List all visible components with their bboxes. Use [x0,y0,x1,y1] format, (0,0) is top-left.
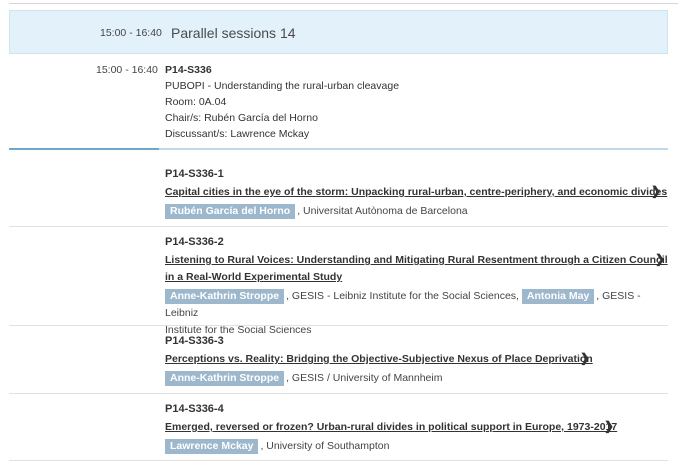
panel-chair: Chair/s: Rubén García del Horno [165,112,318,124]
paper-title-link[interactable]: Emerged, reversed or frozen? Urban-rural… [165,419,617,436]
paper-item: P14-S336-3 Perceptions vs. Reality: Brid… [165,333,668,387]
author-affiliation: , University of Southampton [260,440,390,452]
paper-item: P14-S336-2 Listening to Rural Voices: Un… [165,234,668,339]
panel-divider [9,148,668,150]
row-divider [9,460,668,461]
paper-authors: Rubén García del Horno, Universitat Autò… [165,203,668,220]
chevron-right-icon[interactable]: ❯ [604,419,614,433]
author-badge[interactable]: Anne-Kathrin Stroppe [165,289,285,304]
chevron-right-icon[interactable]: ❯ [651,184,661,198]
top-divider [9,3,678,4]
author-badge[interactable]: Rubén García del Horno [165,204,296,219]
paper-title-link[interactable]: Capital cities in the eye of the storm: … [165,184,667,201]
session-header: 15:00 - 16:40 Parallel sessions 14 [9,10,668,54]
paper-code: P14-S336-2 [165,236,224,248]
author-affiliation: , GESIS - Leibniz Institute for the Soci… [286,290,522,302]
panel-discussant: Discussant/s: Lawrence Mckay [165,128,310,140]
paper-code: P14-S336-1 [165,168,224,180]
session-time: 15:00 - 16:40 [100,27,162,39]
author-affiliation: , Universitat Autònoma de Barcelona [297,205,468,217]
panel-info: P14-S336 PUBOPI - Understanding the rura… [165,62,399,142]
author-badge[interactable]: Lawrence Mckay [165,439,259,454]
paper-authors: Lawrence Mckay, University of Southampto… [165,438,668,455]
paper-authors: Anne-Kathrin Stroppe, GESIS / University… [165,370,668,387]
author-badge[interactable]: Antonia May [521,289,595,304]
panel-time: 15:00 - 16:40 [96,64,158,76]
row-divider [9,226,668,227]
panel-room: Room: 0A.04 [165,96,227,108]
row-divider [9,393,668,394]
row-divider [9,325,668,326]
paper-title-link[interactable]: Listening to Rural Voices: Understanding… [165,252,668,269]
paper-item: P14-S336-4 Emerged, reversed or frozen? … [165,401,668,455]
chevron-right-icon[interactable]: ❯ [655,252,665,266]
author-badge[interactable]: Anne-Kathrin Stroppe [165,371,285,386]
paper-title-link[interactable]: Perceptions vs. Reality: Bridging the Ob… [165,351,593,368]
chevron-right-icon[interactable]: ❯ [580,351,590,365]
paper-item: P14-S336-1 Capital cities in the eye of … [165,166,668,220]
paper-title-link-continued[interactable]: in a Real-World Experimental Study [165,269,342,286]
paper-code: P14-S336-4 [165,403,224,415]
session-title: Parallel sessions 14 [171,25,296,41]
paper-authors: Anne-Kathrin Stroppe, GESIS - Leibniz In… [165,288,668,339]
panel-code: P14-S336 [165,64,212,76]
paper-code: P14-S336-3 [165,335,224,347]
panel-name: PUBOPI - Understanding the rural-urban c… [165,80,400,92]
author-affiliation: , GESIS / University of Mannheim [286,372,443,384]
